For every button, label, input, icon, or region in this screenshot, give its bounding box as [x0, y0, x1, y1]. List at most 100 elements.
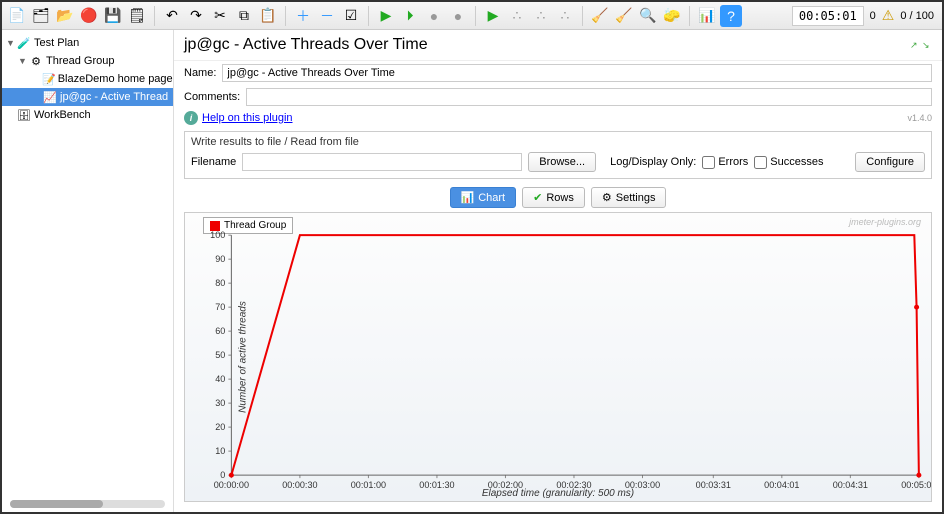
tree-scrollbar[interactable]	[10, 500, 165, 508]
help-link[interactable]: Help on this plugin	[202, 112, 293, 124]
help-icon[interactable]: ?	[720, 5, 742, 27]
content-panel: jp@gc - Active Threads Over Time ↗↘ Name…	[174, 30, 942, 512]
svg-text:100: 100	[210, 230, 225, 240]
main-toolbar: 📄 🗂 📂 🔴 💾 🗒 ↶ ↷ ✂ ⧉ 📋 ＋ － ☑ ▶ ⏵ ● ● ▶ ∴ …	[2, 2, 942, 30]
svg-text:00:00:30: 00:00:30	[282, 480, 317, 490]
remote-stop-icon[interactable]: ∴	[530, 5, 552, 27]
svg-text:0: 0	[220, 470, 225, 480]
svg-text:00:04:31: 00:04:31	[833, 480, 868, 490]
tree-test-plan[interactable]: ▼🧪Test Plan	[2, 34, 173, 52]
svg-text:80: 80	[215, 278, 225, 288]
tree-thread-group[interactable]: ▼⚙Thread Group	[2, 52, 173, 70]
expand-icon[interactable]: ＋	[292, 5, 314, 27]
svg-text:00:00:00: 00:00:00	[214, 480, 249, 490]
toggle-icon[interactable]: ☑	[340, 5, 362, 27]
svg-text:00:01:00: 00:01:00	[351, 480, 386, 490]
plugin-version: v1.4.0	[907, 113, 932, 123]
cut-icon[interactable]: ✂	[209, 5, 231, 27]
remote-start-all-icon[interactable]: ∴	[506, 5, 528, 27]
expand-collapse-icon[interactable]: ↗↘	[910, 40, 932, 50]
svg-text:50: 50	[215, 350, 225, 360]
info-icon: i	[184, 111, 198, 125]
toolbar-separator	[154, 6, 155, 26]
open-icon[interactable]: 📂	[54, 5, 76, 27]
toolbar-separator	[368, 6, 369, 26]
save-icon[interactable]: 💾	[102, 5, 124, 27]
tree-label: jp@gc - Active Thread	[60, 91, 168, 103]
search-icon[interactable]: 🔍	[637, 5, 659, 27]
shutdown-icon[interactable]: ●	[447, 5, 469, 27]
tree-label: Thread Group	[46, 55, 114, 67]
svg-text:00:05:01: 00:05:01	[901, 480, 931, 490]
chart-svg: 010203040506070809010000:00:0000:00:3000…	[185, 213, 931, 502]
error-count: 0	[870, 10, 876, 22]
log-display-label: Log/Display Only:	[610, 156, 696, 168]
stop-icon[interactable]: ●	[423, 5, 445, 27]
name-row: Name:	[174, 61, 942, 85]
tree-workbench[interactable]: 🗄WorkBench	[2, 106, 173, 124]
toolbar-separator	[582, 6, 583, 26]
tree-listener-active-threads[interactable]: 📈jp@gc - Active Thread	[2, 88, 173, 106]
app-window: 📄 🗂 📂 🔴 💾 🗒 ↶ ↷ ✂ ⧉ 📋 ＋ － ☑ ▶ ⏵ ● ● ▶ ∴ …	[0, 0, 944, 514]
toolbar-separator	[475, 6, 476, 26]
tab-rows[interactable]: ✔Rows	[522, 187, 585, 208]
clear-all-icon[interactable]: 🧹	[613, 5, 635, 27]
undo-icon[interactable]: ↶	[161, 5, 183, 27]
tab-settings[interactable]: ⚙Settings	[591, 187, 667, 208]
svg-text:00:03:00: 00:03:00	[625, 480, 660, 490]
start-icon[interactable]: ▶	[375, 5, 397, 27]
filename-input[interactable]	[242, 153, 522, 171]
tab-chart[interactable]: 📊Chart	[450, 187, 517, 208]
configure-button[interactable]: Configure	[855, 152, 925, 172]
thread-count: 0 / 100	[900, 10, 934, 22]
remote-shutdown-icon[interactable]: ∴	[554, 5, 576, 27]
svg-text:00:02:00: 00:02:00	[488, 480, 523, 490]
remote-start-icon[interactable]: ▶	[482, 5, 504, 27]
new-icon[interactable]: 📄	[6, 5, 28, 27]
save-as-icon[interactable]: 🗒	[126, 5, 148, 27]
toolbar-separator	[689, 6, 690, 26]
copy-icon[interactable]: ⧉	[233, 5, 255, 27]
svg-text:00:04:01: 00:04:01	[764, 480, 799, 490]
function-helper-icon[interactable]: 📊	[696, 5, 718, 27]
close-icon[interactable]: 🔴	[78, 5, 100, 27]
file-fieldset: Write results to file / Read from file F…	[184, 131, 932, 179]
svg-text:10: 10	[215, 446, 225, 456]
tree-label: Test Plan	[34, 37, 79, 49]
tab-row: 📊Chart ✔Rows ⚙Settings	[174, 183, 942, 212]
tree-label: WorkBench	[34, 109, 91, 121]
chart-area: Thread Group jmeter-plugins.org Number o…	[184, 212, 932, 502]
errors-checkbox[interactable]: Errors	[702, 156, 748, 169]
successes-checkbox[interactable]: Successes	[754, 156, 823, 169]
check-icon: ✔	[533, 191, 542, 204]
browse-button[interactable]: Browse...	[528, 152, 596, 172]
clear-icon[interactable]: 🧹	[589, 5, 611, 27]
elapsed-time: 00:05:01	[792, 6, 864, 26]
name-label: Name:	[184, 67, 216, 79]
fieldset-legend: Write results to file / Read from file	[191, 136, 925, 148]
file-row: Filename Browse... Log/Display Only: Err…	[191, 152, 925, 172]
warning-icon: ⚠	[882, 7, 895, 24]
comments-input[interactable]	[246, 88, 932, 106]
chart-icon: 📊	[461, 191, 475, 204]
tree-panel: ▼🧪Test Plan ▼⚙Thread Group 📝BlazeDemo ho…	[2, 30, 174, 512]
templates-icon[interactable]: 🗂	[30, 5, 52, 27]
redo-icon[interactable]: ↷	[185, 5, 207, 27]
filename-label: Filename	[191, 156, 236, 168]
svg-text:00:01:30: 00:01:30	[419, 480, 454, 490]
tree-sampler[interactable]: 📝BlazeDemo home page	[2, 70, 173, 88]
svg-text:70: 70	[215, 302, 225, 312]
paste-icon[interactable]: 📋	[257, 5, 279, 27]
svg-text:40: 40	[215, 374, 225, 384]
svg-text:20: 20	[215, 422, 225, 432]
comments-label: Comments:	[184, 91, 240, 103]
svg-text:30: 30	[215, 398, 225, 408]
main-area: ▼🧪Test Plan ▼⚙Thread Group 📝BlazeDemo ho…	[2, 30, 942, 512]
collapse-icon[interactable]: －	[316, 5, 338, 27]
toolbar-separator	[285, 6, 286, 26]
reset-search-icon[interactable]: 🧽	[661, 5, 683, 27]
panel-title-bar: jp@gc - Active Threads Over Time ↗↘	[174, 30, 942, 61]
start-no-pause-icon[interactable]: ⏵	[399, 5, 421, 27]
name-input[interactable]	[222, 64, 932, 82]
svg-text:00:02:30: 00:02:30	[556, 480, 591, 490]
